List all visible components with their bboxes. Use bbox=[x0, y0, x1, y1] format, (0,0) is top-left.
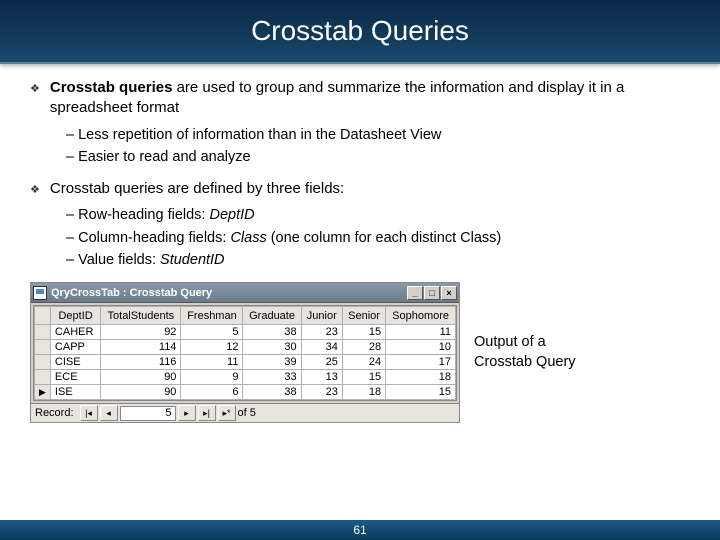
value-cell[interactable]: 116 bbox=[101, 355, 181, 370]
slide-footer: 61 bbox=[0, 520, 720, 540]
prev-record-button[interactable]: ◂ bbox=[100, 405, 118, 421]
value-cell[interactable]: 18 bbox=[342, 385, 385, 400]
row-selector[interactable] bbox=[35, 340, 51, 355]
record-navigator: Record: |◂ ◂ 5 ▸ ▸| ▸* of 5 bbox=[31, 403, 459, 422]
table-row[interactable]: ECE90933131518 bbox=[35, 370, 456, 385]
row-selector-header bbox=[35, 307, 51, 325]
value-cell[interactable]: 17 bbox=[386, 355, 456, 370]
query-output-row: QryCrossTab : Crosstab Query _ □ × DeptI… bbox=[30, 282, 690, 423]
value-cell[interactable]: 23 bbox=[301, 325, 342, 340]
page-number: 61 bbox=[353, 523, 366, 537]
row-selector[interactable] bbox=[35, 385, 51, 400]
crosstab-table: DeptID TotalStudents Freshman Graduate J… bbox=[34, 306, 456, 400]
close-button[interactable]: × bbox=[441, 286, 457, 300]
next-record-button[interactable]: ▸ bbox=[178, 405, 196, 421]
slide-header: Crosstab Queries bbox=[0, 0, 720, 64]
dept-cell[interactable]: ISE bbox=[50, 385, 100, 400]
value-cell[interactable]: 38 bbox=[243, 325, 301, 340]
bullet-2-sub-1: – Row-heading fields: DeptID bbox=[66, 205, 690, 225]
value-cell[interactable]: 25 bbox=[301, 355, 342, 370]
table-row[interactable]: ISE90638231815 bbox=[35, 385, 456, 400]
last-record-button[interactable]: ▸| bbox=[198, 405, 216, 421]
record-label: Record: bbox=[35, 407, 74, 419]
table-row[interactable]: CISE1161139252417 bbox=[35, 355, 456, 370]
value-cell[interactable]: 18 bbox=[386, 370, 456, 385]
value-cell[interactable]: 90 bbox=[101, 370, 181, 385]
bullet-1-sub-2: – Easier to read and analyze bbox=[66, 147, 690, 167]
value-cell[interactable]: 33 bbox=[243, 370, 301, 385]
value-cell[interactable]: 11 bbox=[386, 325, 456, 340]
col-header[interactable]: Freshman bbox=[181, 307, 243, 325]
maximize-button[interactable]: □ bbox=[424, 286, 440, 300]
value-cell[interactable]: 12 bbox=[181, 340, 243, 355]
value-cell[interactable]: 90 bbox=[101, 385, 181, 400]
bullet-2: ❖ Crosstab queries are defined by three … bbox=[30, 179, 690, 199]
new-record-button[interactable]: ▸* bbox=[218, 405, 236, 421]
value-cell[interactable]: 13 bbox=[301, 370, 342, 385]
bullet-1-subs: – Less repetition of information than in… bbox=[66, 125, 690, 168]
bullet-2-text: Crosstab queries are defined by three fi… bbox=[50, 179, 344, 199]
value-cell[interactable]: 11 bbox=[181, 355, 243, 370]
value-cell[interactable]: 28 bbox=[342, 340, 385, 355]
value-cell[interactable]: 15 bbox=[386, 385, 456, 400]
header-row: DeptID TotalStudents Freshman Graduate J… bbox=[35, 307, 456, 325]
table-row[interactable]: CAPP1141230342810 bbox=[35, 340, 456, 355]
window-title: QryCrossTab : Crosstab Query bbox=[51, 287, 407, 299]
slide-title: Crosstab Queries bbox=[251, 15, 469, 47]
value-cell[interactable]: 39 bbox=[243, 355, 301, 370]
value-cell[interactable]: 10 bbox=[386, 340, 456, 355]
diamond-icon: ❖ bbox=[30, 82, 40, 119]
value-cell[interactable]: 23 bbox=[301, 385, 342, 400]
dept-cell[interactable]: CISE bbox=[50, 355, 100, 370]
col-header[interactable]: Senior bbox=[342, 307, 385, 325]
first-record-button[interactable]: |◂ bbox=[80, 405, 98, 421]
row-selector[interactable] bbox=[35, 370, 51, 385]
row-selector[interactable] bbox=[35, 355, 51, 370]
value-cell[interactable]: 38 bbox=[243, 385, 301, 400]
bullet-1: ❖ Crosstab queries are used to group and… bbox=[30, 78, 690, 119]
bullet-1-sub-1: – Less repetition of information than in… bbox=[66, 125, 690, 145]
col-header[interactable]: DeptID bbox=[50, 307, 100, 325]
record-count: of 5 bbox=[238, 407, 256, 419]
col-header[interactable]: Sophomore bbox=[386, 307, 456, 325]
col-header[interactable]: Junior bbox=[301, 307, 342, 325]
window-titlebar[interactable]: QryCrossTab : Crosstab Query _ □ × bbox=[31, 283, 459, 303]
bullet-2-sub-3: – Value fields: StudentID bbox=[66, 250, 690, 270]
value-cell[interactable]: 15 bbox=[342, 325, 385, 340]
dept-cell[interactable]: ECE bbox=[50, 370, 100, 385]
table-row[interactable]: CAHER92538231511 bbox=[35, 325, 456, 340]
value-cell[interactable]: 34 bbox=[301, 340, 342, 355]
output-caption: Output of a Crosstab Query bbox=[474, 333, 594, 372]
bullet-2-subs: – Row-heading fields: DeptID – Column-he… bbox=[66, 205, 690, 270]
minimize-button[interactable]: _ bbox=[407, 286, 423, 300]
row-selector[interactable] bbox=[35, 325, 51, 340]
window-icon bbox=[33, 286, 47, 300]
value-cell[interactable]: 6 bbox=[181, 385, 243, 400]
col-header[interactable]: TotalStudents bbox=[101, 307, 181, 325]
slide-content: ❖ Crosstab queries are used to group and… bbox=[0, 64, 720, 423]
value-cell[interactable]: 15 bbox=[342, 370, 385, 385]
dept-cell[interactable]: CAPP bbox=[50, 340, 100, 355]
value-cell[interactable]: 24 bbox=[342, 355, 385, 370]
value-cell[interactable]: 92 bbox=[101, 325, 181, 340]
diamond-icon: ❖ bbox=[30, 183, 40, 199]
col-header[interactable]: Graduate bbox=[243, 307, 301, 325]
value-cell[interactable]: 5 bbox=[181, 325, 243, 340]
bullet-1-bold: Crosstab queries bbox=[50, 79, 173, 96]
query-window: QryCrossTab : Crosstab Query _ □ × DeptI… bbox=[30, 282, 460, 423]
value-cell[interactable]: 114 bbox=[101, 340, 181, 355]
record-number-input[interactable]: 5 bbox=[120, 406, 176, 421]
dept-cell[interactable]: CAHER bbox=[50, 325, 100, 340]
value-cell[interactable]: 30 bbox=[243, 340, 301, 355]
data-grid[interactable]: DeptID TotalStudents Freshman Graduate J… bbox=[33, 305, 457, 401]
value-cell[interactable]: 9 bbox=[181, 370, 243, 385]
bullet-2-sub-2: – Column-heading fields: Class (one colu… bbox=[66, 228, 690, 248]
